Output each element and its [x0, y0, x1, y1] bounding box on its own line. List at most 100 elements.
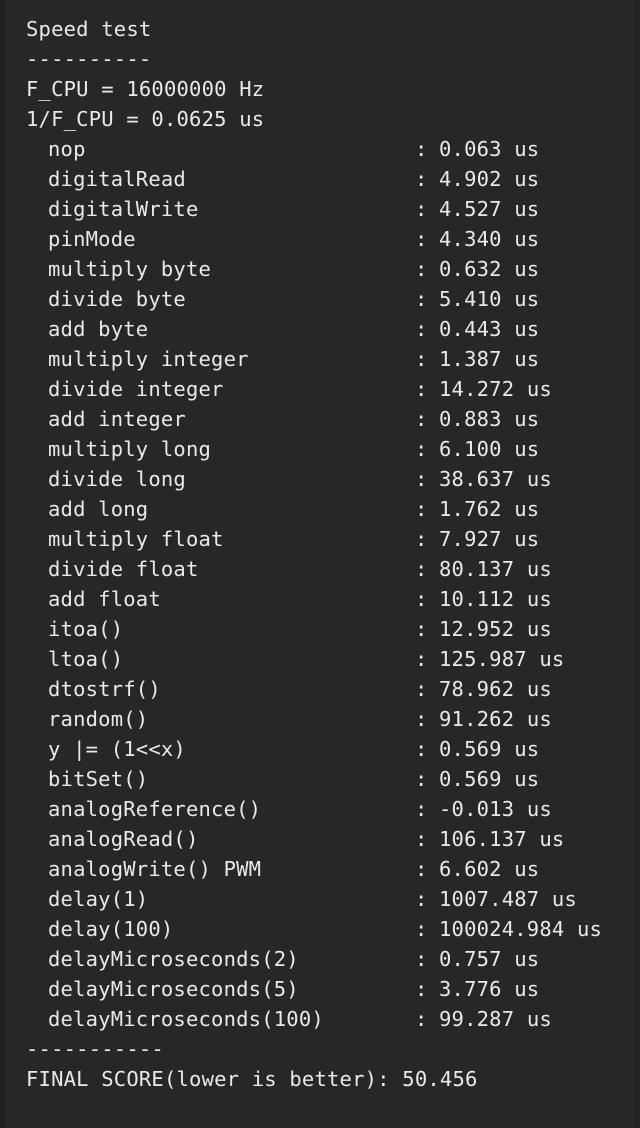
value-spacer [514, 467, 527, 491]
colon-separator: : [415, 887, 428, 911]
benchmark-number: 4.527 [439, 197, 502, 221]
benchmark-number: -0.013 [439, 797, 515, 821]
benchmark-label: random() [48, 707, 149, 731]
value-spacer [502, 527, 515, 551]
benchmark-label: analogWrite() PWM [48, 857, 262, 881]
benchmark-value: 1.387 us [439, 344, 539, 374]
benchmark-value: 0.063 us [439, 134, 539, 164]
table-row: add float:10.112 us [5, 584, 634, 614]
benchmark-label: digitalRead [48, 167, 186, 191]
colon-separator: : [415, 677, 428, 701]
benchmark-label: analogRead() [48, 827, 199, 851]
benchmark-unit: us [514, 407, 540, 431]
fcpu-line: F_CPU = 16000000 Hz [26, 77, 265, 101]
benchmark-number: 1.762 [439, 497, 502, 521]
table-row: itoa():12.952 us [5, 614, 634, 644]
table-row: dtostrf():78.962 us [5, 674, 634, 704]
benchmark-value: 0.569 us [439, 764, 539, 794]
table-row: delayMicroseconds(5):3.776 us [5, 974, 634, 1004]
value-spacer [502, 257, 515, 281]
benchmark-label: dtostrf() [48, 677, 161, 701]
benchmark-unit: us [514, 497, 540, 521]
value-spacer [514, 557, 527, 581]
benchmark-unit: us [514, 197, 540, 221]
final-score-value: 50.456 [402, 1067, 478, 1091]
value-spacer [539, 887, 552, 911]
benchmark-value: 0.883 us [439, 404, 539, 434]
benchmark-number: 5.410 [439, 287, 502, 311]
benchmark-value: 0.443 us [439, 314, 539, 344]
fcpu-period-line: 1/F_CPU = 0.0625 us [26, 107, 265, 131]
value-spacer [502, 227, 515, 251]
table-row: divide integer:14.272 us [5, 374, 634, 404]
table-row: random():91.262 us [5, 704, 634, 734]
benchmark-number: 99.287 [439, 1007, 515, 1031]
value-spacer [514, 617, 527, 641]
colon-separator: : [415, 1007, 428, 1031]
colon-separator: : [415, 407, 428, 431]
table-row: digitalRead:4.902 us [5, 164, 634, 194]
benchmark-number: 4.902 [439, 167, 502, 191]
benchmark-unit: us [539, 647, 565, 671]
value-spacer [514, 677, 527, 701]
value-spacer [527, 647, 540, 671]
benchmark-unit: us [526, 707, 552, 731]
table-row: divide byte:5.410 us [5, 284, 634, 314]
table-row: y |= (1<<x):0.569 us [5, 734, 634, 764]
value-spacer [514, 587, 527, 611]
benchmark-unit: us [514, 347, 540, 371]
benchmark-value: -0.013 us [439, 794, 552, 824]
benchmark-value: 14.272 us [439, 374, 552, 404]
value-spacer [502, 347, 515, 371]
benchmark-label: multiply long [48, 437, 212, 461]
final-score-line: FINAL SCORE(lower is better): 50.456 [5, 1064, 634, 1094]
benchmark-unit: us [576, 917, 603, 941]
benchmark-number: 6.602 [439, 857, 502, 881]
table-row: delayMicroseconds(2):0.757 us [5, 944, 634, 974]
colon-separator: : [415, 377, 428, 401]
benchmark-unit: us [526, 1007, 552, 1031]
colon-separator: : [415, 737, 428, 761]
table-row: divide float:80.137 us [5, 554, 634, 584]
table-row: analogReference(): -0.013 us [5, 794, 634, 824]
benchmark-number: 0.569 [439, 737, 502, 761]
benchmark-label: add byte [48, 317, 149, 341]
benchmark-value: 4.340 us [439, 224, 539, 254]
benchmark-label: delayMicroseconds(2) [48, 947, 299, 971]
benchmark-label: delay(1) [48, 887, 149, 911]
table-row: delayMicroseconds(100):99.287 us [5, 1004, 634, 1034]
benchmark-label: divide long [48, 467, 186, 491]
value-spacer [502, 857, 515, 881]
benchmark-unit: us [514, 227, 540, 251]
benchmark-value: 5.410 us [439, 284, 539, 314]
table-row: multiply byte:0.632 us [5, 254, 634, 284]
benchmark-label: add integer [48, 407, 186, 431]
benchmark-unit: us [526, 377, 552, 401]
benchmark-label: y |= (1<<x) [48, 737, 186, 761]
benchmark-unit: us [539, 827, 565, 851]
benchmark-value: 106.137 us [439, 824, 564, 854]
benchmark-number: 1007.487 [439, 887, 540, 911]
benchmark-unit: us [526, 797, 552, 821]
benchmark-number: 4.340 [439, 227, 502, 251]
benchmark-value: 0.757 us [439, 944, 539, 974]
benchmark-value: 100024.984 us [439, 914, 602, 944]
colon-separator: : [415, 527, 428, 551]
table-row: ltoa():125.987 us [5, 644, 634, 674]
benchmark-label: itoa() [48, 617, 124, 641]
page-title: Speed test [26, 17, 152, 41]
table-row: multiply float:7.927 us [5, 524, 634, 554]
benchmark-unit: us [514, 527, 540, 551]
colon-separator: : [415, 257, 428, 281]
benchmark-label: delayMicroseconds(100) [48, 1007, 324, 1031]
colon-separator: : [415, 947, 428, 971]
value-spacer [502, 737, 515, 761]
table-row: add long:1.762 us [5, 494, 634, 524]
benchmark-number: 14.272 [439, 377, 515, 401]
colon-separator: : [415, 767, 428, 791]
benchmark-number: 0.632 [439, 257, 502, 281]
value-spacer [514, 707, 527, 731]
benchmark-value: 1007.487 us [439, 884, 577, 914]
benchmark-label: pinMode [48, 227, 136, 251]
benchmark-label: bitSet() [48, 767, 149, 791]
